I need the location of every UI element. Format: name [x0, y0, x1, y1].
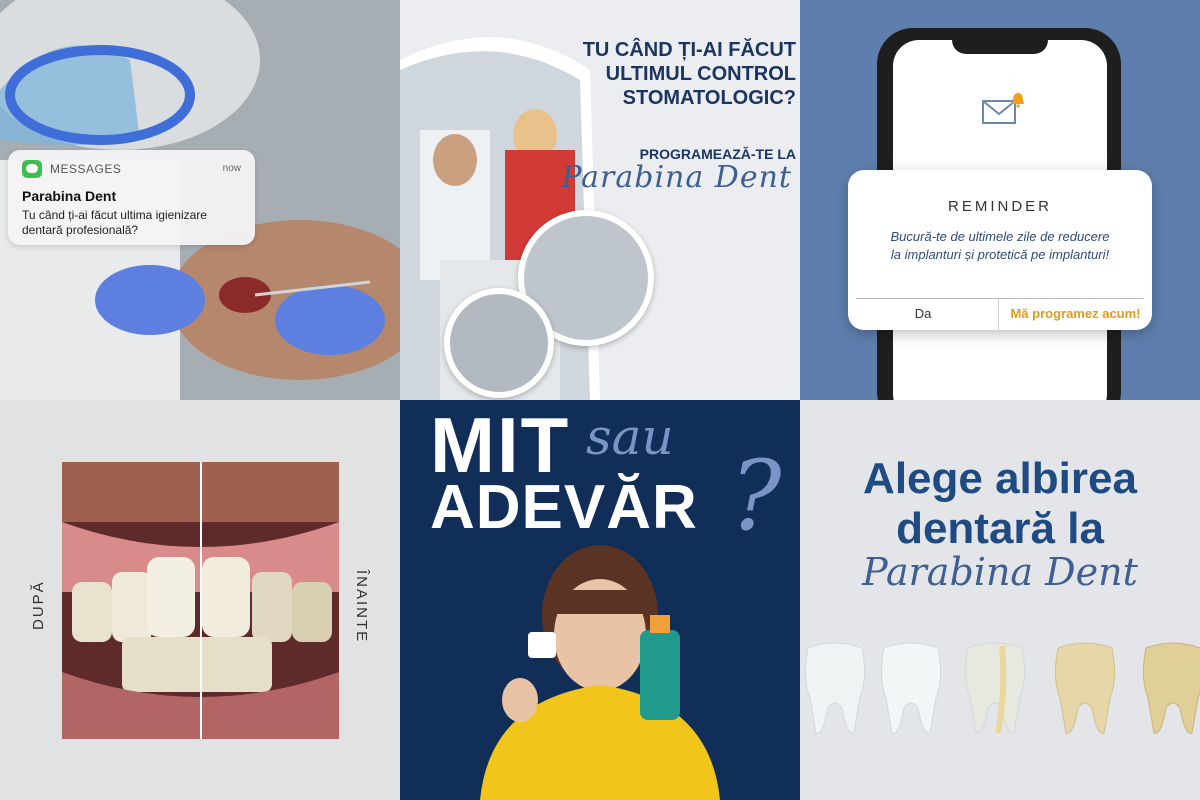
tile-notification: MESSAGES now Parabina Dent Tu când ți-ai… — [0, 0, 400, 400]
tile-reminder: REMINDER Bucură-te de ultimele zile de r… — [800, 0, 1200, 400]
comparison-divider — [200, 462, 202, 739]
whitening-headline: Alege albirea dentară la — [863, 454, 1137, 553]
question-mark: ? — [730, 440, 782, 552]
tooth-icon — [804, 642, 866, 734]
whitening-brand: Parabina Dent — [862, 550, 1138, 594]
phone-notch — [952, 36, 1048, 54]
notification-sender: Parabina Dent — [22, 188, 117, 204]
notification-time: now — [222, 163, 241, 174]
control-brand: Parabina Dent — [561, 160, 792, 195]
tile-control: TU CÂND ȚI-AI FĂCUT ULTIMUL CONTROL STOM… — [400, 0, 800, 400]
tooth-icon — [880, 642, 942, 734]
message-notification[interactable]: MESSAGES now Parabina Dent Tu când ți-ai… — [8, 150, 255, 245]
tile-myth: MIT sau ADEVĂR ? — [400, 400, 800, 800]
dismiss-button[interactable]: Da — [848, 298, 998, 330]
control-headline: TU CÂND ȚI-AI FĂCUT ULTIMUL CONTROL STOM… — [582, 39, 796, 109]
notification-app-name: MESSAGES — [50, 162, 122, 176]
tooth-icon — [964, 642, 1026, 734]
reminder-dialog: REMINDER Bucură-te de ultimele zile de r… — [848, 170, 1152, 330]
truth-word: ADEVĂR — [430, 473, 698, 542]
or-word: sau — [586, 408, 674, 466]
tile-before-after: DUPĂ ÎNAINTE — [0, 400, 400, 800]
before-label: ÎNAINTE — [353, 570, 370, 644]
messages-icon — [22, 160, 42, 178]
book-now-button[interactable]: Mă programez acum! — [999, 298, 1152, 330]
clinic-circle-photo-small — [444, 288, 554, 398]
reminder-title: REMINDER — [947, 198, 1052, 215]
bell-icon — [1012, 93, 1024, 108]
reminder-body: Bucură-te de ultimele zile de reducere l… — [890, 229, 1110, 262]
notification-message: Tu când ți-ai făcut ultima igienizare de… — [22, 208, 207, 237]
tooth-icon — [1142, 642, 1200, 734]
tile-whitening: Alege albirea dentară la Parabina Dent — [800, 400, 1200, 800]
after-label: DUPĂ — [30, 580, 47, 630]
tooth-icon — [1054, 642, 1116, 734]
